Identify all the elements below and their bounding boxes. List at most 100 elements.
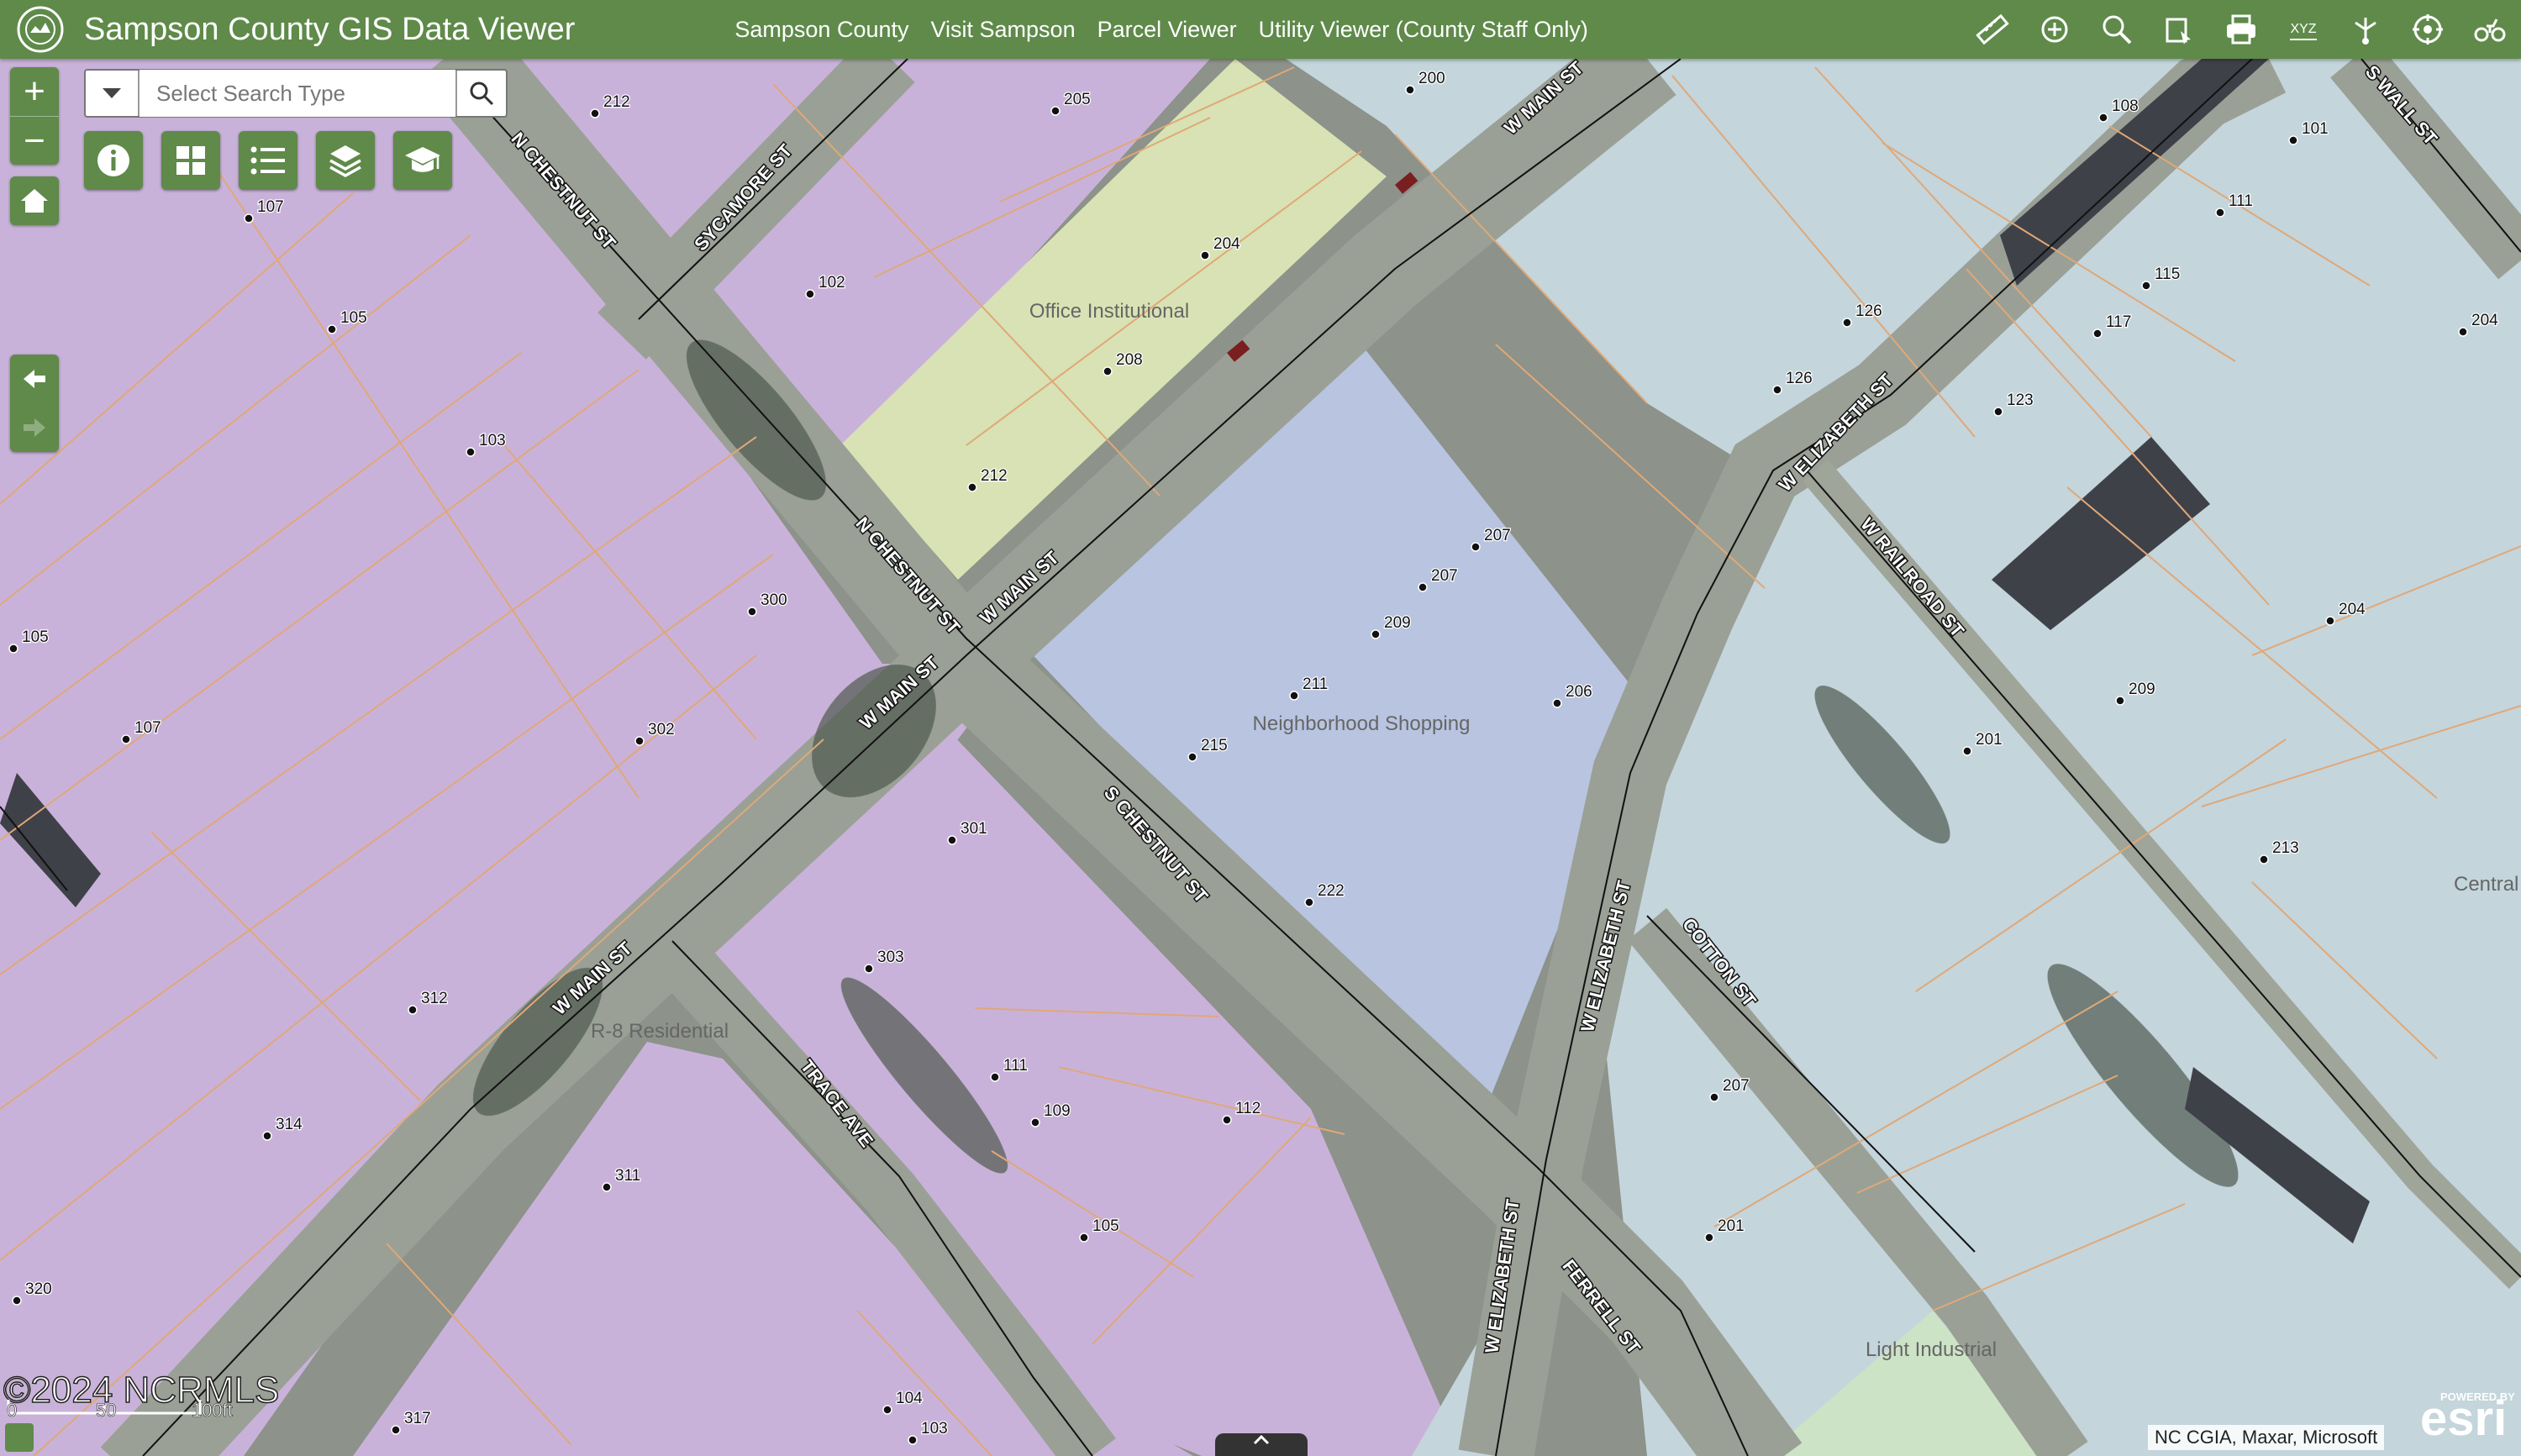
address-point[interactable] — [590, 108, 600, 118]
layers-button[interactable] — [316, 131, 375, 190]
address-label: 209 — [1384, 614, 1411, 632]
nav-link-parcel-viewer[interactable]: Parcel Viewer — [1097, 17, 1237, 43]
address-point[interactable] — [1842, 318, 1852, 328]
address-point[interactable] — [1289, 691, 1299, 701]
address-point[interactable] — [1962, 746, 1972, 756]
address-point[interactable] — [2288, 135, 2298, 145]
address-point[interactable] — [2115, 696, 2125, 706]
address-label: 103 — [921, 1420, 948, 1438]
overview-toggle-button[interactable] — [5, 1423, 34, 1452]
address-label: 207 — [1484, 527, 1511, 544]
map-canvas[interactable]: R-8 Residential Office Institutional Nei… — [0, 59, 2521, 1456]
address-point[interactable] — [466, 447, 476, 457]
address-label: 103 — [479, 432, 506, 449]
search-button[interactable] — [455, 71, 506, 116]
address-label: 109 — [1044, 1102, 1071, 1120]
layer-select-icon[interactable] — [2148, 0, 2210, 59]
address-point[interactable] — [327, 324, 337, 334]
address-point[interactable] — [1552, 698, 1562, 708]
address-point[interactable] — [1050, 106, 1061, 116]
search-map-icon[interactable] — [2086, 0, 2148, 59]
address-point[interactable] — [747, 607, 757, 617]
address-label: 314 — [276, 1116, 303, 1133]
address-label: 101 — [2302, 120, 2329, 138]
address-point[interactable] — [1222, 1115, 1232, 1125]
address-label: 200 — [1418, 70, 1445, 87]
scale-label-100: 100ft — [192, 1400, 234, 1422]
address-point[interactable] — [121, 734, 131, 744]
locate-icon[interactable] — [2397, 0, 2459, 59]
address-label: 115 — [2155, 265, 2180, 283]
search-type-dropdown[interactable] — [86, 71, 139, 116]
nav-link-sampson-county[interactable]: Sampson County — [734, 17, 908, 43]
previous-extent-button[interactable] — [10, 355, 59, 403]
address-point[interactable] — [1304, 897, 1314, 907]
address-point[interactable] — [602, 1182, 612, 1192]
search-widget — [84, 69, 508, 118]
nav-link-utility-viewer[interactable]: Utility Viewer (County Staff Only) — [1259, 17, 1588, 43]
address-point[interactable] — [967, 482, 977, 492]
zoom-out-button[interactable]: − — [10, 116, 59, 166]
address-point[interactable] — [2098, 113, 2108, 123]
address-point[interactable] — [12, 1296, 22, 1306]
address-point[interactable] — [1200, 250, 1210, 260]
address-point[interactable] — [990, 1072, 1000, 1082]
address-point[interactable] — [1030, 1117, 1040, 1127]
address-point[interactable] — [1103, 366, 1113, 376]
address-label: 222 — [1318, 882, 1345, 900]
map-attribution: NC CGIA, Maxar, Microsoft — [2148, 1425, 2385, 1450]
zone-label-office: Office Institutional — [1029, 300, 1189, 323]
tutorial-button[interactable] — [393, 131, 452, 190]
nav-link-visit-sampson[interactable]: Visit Sampson — [931, 17, 1076, 43]
address-point[interactable] — [1709, 1092, 1719, 1102]
address-point[interactable] — [408, 1005, 418, 1015]
bottom-panel-toggle[interactable] — [1215, 1433, 1308, 1456]
print-icon[interactable] — [2210, 0, 2272, 59]
address-label: 300 — [761, 591, 787, 609]
address-point[interactable] — [1079, 1233, 1089, 1243]
address-point[interactable] — [262, 1131, 272, 1141]
address-point[interactable] — [947, 835, 957, 845]
address-point[interactable] — [1772, 385, 1782, 395]
address-label: 311 — [615, 1167, 640, 1185]
address-point[interactable] — [1993, 407, 2003, 417]
basemap-gallery-button[interactable] — [161, 131, 220, 190]
extent-nav — [10, 355, 59, 452]
address-point[interactable] — [2141, 281, 2151, 291]
address-point[interactable] — [8, 644, 18, 654]
address-point[interactable] — [864, 964, 874, 974]
home-button[interactable] — [10, 176, 59, 225]
address-point[interactable] — [1704, 1233, 1714, 1243]
address-point[interactable] — [1471, 542, 1481, 552]
xyz-coordinates-icon[interactable]: XYZ — [2272, 0, 2334, 59]
address-point[interactable] — [2215, 208, 2225, 218]
address-point[interactable] — [1187, 752, 1197, 762]
address-point[interactable] — [805, 289, 815, 299]
address-label: 105 — [340, 309, 367, 327]
parcel-select-icon[interactable] — [2024, 0, 2086, 59]
address-point[interactable] — [2458, 327, 2468, 337]
address-point[interactable] — [1418, 582, 1428, 592]
address-point[interactable] — [391, 1425, 401, 1435]
share-icon[interactable] — [2334, 0, 2397, 59]
info-button[interactable] — [84, 131, 143, 190]
zoom-in-button[interactable]: + — [10, 67, 59, 116]
address-point[interactable] — [2092, 329, 2103, 339]
address-point[interactable] — [1405, 85, 1415, 95]
search-input[interactable] — [139, 70, 455, 117]
ruler-icon[interactable] — [1961, 0, 2024, 59]
address-point[interactable] — [1371, 629, 1381, 639]
address-point[interactable] — [882, 1405, 892, 1415]
info-icon — [97, 145, 129, 176]
address-point[interactable] — [634, 736, 645, 746]
address-label: 317 — [404, 1410, 431, 1427]
legend-button[interactable] — [239, 131, 297, 190]
county-seal-icon[interactable] — [17, 6, 64, 53]
address-point[interactable] — [2325, 616, 2335, 626]
address-point[interactable] — [244, 213, 254, 223]
next-extent-button[interactable] — [10, 403, 59, 452]
address-point[interactable] — [2259, 854, 2269, 865]
address-label: 201 — [1976, 731, 2003, 749]
address-point[interactable] — [908, 1435, 918, 1445]
drone-icon[interactable] — [2459, 0, 2521, 59]
